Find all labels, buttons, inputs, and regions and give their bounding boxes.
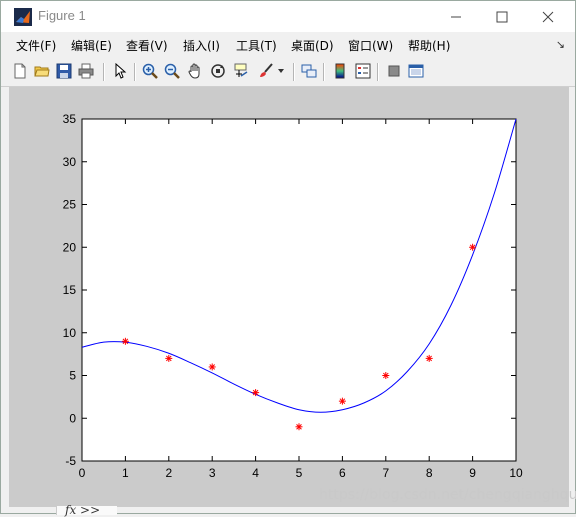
new-figure-icon	[14, 63, 26, 79]
show-plot-tools-button[interactable]	[406, 61, 426, 81]
show-plot-tools-icon	[408, 64, 424, 78]
brush-button[interactable]	[256, 61, 276, 81]
x-tick-label: 9	[469, 466, 476, 480]
toolbar-separator	[293, 63, 295, 81]
chevron-down-icon	[278, 69, 284, 73]
y-tick-label: 20	[63, 240, 77, 254]
menu-tools[interactable]: 工具(T)	[236, 37, 277, 54]
brush-icon	[260, 63, 273, 77]
y-tick-label: 0	[69, 411, 76, 425]
rotate-3d-button[interactable]	[208, 61, 228, 81]
zoom-in-button[interactable]	[140, 61, 160, 81]
x-tick-label: 8	[426, 466, 433, 480]
maximize-icon	[496, 11, 508, 22]
y-tick-label: 15	[63, 283, 77, 297]
data-cursor-button[interactable]	[231, 61, 251, 81]
data-cursor-icon	[234, 63, 248, 77]
toolbar-separator	[377, 63, 379, 81]
menu-desktop[interactable]: 桌面(D)	[291, 37, 334, 54]
y-tick-label: 25	[63, 198, 77, 212]
command-prompt[interactable]: fx >>	[65, 503, 100, 517]
toolbar-separator	[103, 63, 105, 81]
x-tick-label: 4	[252, 466, 259, 480]
menu-help[interactable]: 帮助(H)	[408, 37, 450, 54]
toolbar-separator	[134, 63, 136, 81]
matlab-logo-icon	[14, 8, 32, 26]
open-file-icon	[34, 66, 50, 77]
link-plot-icon	[301, 64, 317, 78]
close-button[interactable]	[525, 1, 571, 32]
x-tick-label: 6	[339, 466, 346, 480]
zoom-out-button[interactable]	[162, 61, 182, 81]
close-icon	[542, 11, 554, 22]
hide-plot-tools-button[interactable]	[384, 61, 404, 81]
print-button[interactable]	[76, 61, 96, 81]
zoom-out-icon	[164, 63, 180, 79]
x-tick-label: 1	[122, 466, 129, 480]
y-tick-label: 5	[69, 369, 76, 383]
save-icon	[56, 63, 72, 79]
y-tick-label: 30	[63, 155, 77, 169]
new-figure-button[interactable]	[10, 61, 30, 81]
toolbar	[1, 58, 575, 87]
menu-file[interactable]: 文件(F)	[16, 37, 56, 54]
legend-icon	[355, 63, 371, 79]
rotate-3d-icon	[211, 64, 225, 78]
y-tick-label: 10	[63, 326, 77, 340]
pan-icon	[188, 63, 200, 79]
title-bar: Figure 1	[1, 1, 575, 32]
menu-view[interactable]: 查看(V)	[126, 37, 168, 54]
y-tick-label: -5	[65, 454, 76, 468]
zoom-in-icon	[142, 63, 158, 79]
x-tick-label: 10	[509, 466, 523, 480]
hide-plot-tools-icon	[388, 65, 400, 77]
minimize-button[interactable]	[433, 1, 479, 32]
watermark-text: https://blog.csdn.net/chengqianghqu	[319, 487, 576, 503]
pan-button[interactable]	[185, 61, 205, 81]
menu-edit[interactable]: 编辑(E)	[71, 37, 112, 54]
dock-arrow-icon[interactable]: ↘	[556, 38, 565, 51]
print-icon	[78, 63, 94, 79]
colorbar-button[interactable]	[330, 61, 350, 81]
maximize-button[interactable]	[479, 1, 525, 32]
y-tick-label: 35	[63, 112, 77, 126]
window-title: Figure 1	[38, 8, 86, 23]
colorbar-icon	[335, 63, 345, 79]
figure-canvas: 0 1 2 3 4 5 6 7 8 9 10 -5 0 5 10 15 20 25 30 35	[9, 87, 569, 507]
menu-insert[interactable]: 插入(I)	[183, 37, 220, 54]
minimize-icon	[451, 16, 461, 17]
x-tick-label: 5	[296, 466, 303, 480]
toolbar-separator	[323, 63, 325, 81]
link-plot-button[interactable]	[299, 61, 319, 81]
open-file-button[interactable]	[32, 61, 52, 81]
x-tick-label: 3	[209, 466, 216, 480]
figure-window: Figure 1 文件(F) 编辑(E) 查看(V) 插入(I) 工具(T) 桌…	[0, 0, 576, 517]
x-tick-label: 7	[382, 466, 389, 480]
save-button[interactable]	[54, 61, 74, 81]
x-tick-label: 2	[165, 466, 172, 480]
menu-bar: 文件(F) 编辑(E) 查看(V) 插入(I) 工具(T) 桌面(D) 窗口(W…	[1, 32, 575, 59]
brush-dropdown[interactable]	[275, 61, 287, 81]
pointer-button[interactable]	[110, 61, 130, 81]
pointer-icon	[115, 63, 127, 79]
legend-button[interactable]	[353, 61, 373, 81]
plot-svg: 0 1 2 3 4 5 6 7 8 9 10-505101520253035	[63, 112, 523, 480]
x-tick-label: 0	[79, 466, 86, 480]
menu-window[interactable]: 窗口(W)	[348, 37, 393, 54]
